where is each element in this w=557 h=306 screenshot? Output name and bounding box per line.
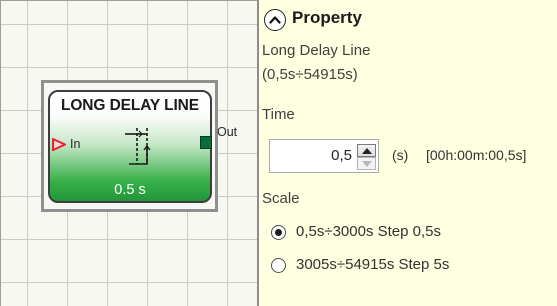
time-value[interactable]: 0,5 xyxy=(331,140,352,172)
triangle-down-icon xyxy=(362,161,372,167)
radio-selected-dot xyxy=(275,229,282,236)
scale-option-label: 0,5s÷3000s Step 0,5s xyxy=(296,223,441,240)
triangle-up-icon xyxy=(362,148,372,154)
block-delay-value: 0.5 s xyxy=(114,182,146,198)
radio-button[interactable] xyxy=(271,225,286,240)
block-title: LONG DELAY LINE xyxy=(60,97,200,114)
panel-title: Property xyxy=(292,8,362,27)
input-pin-label: In xyxy=(70,137,81,151)
collapse-property-button[interactable] xyxy=(264,9,286,31)
time-unit: (s) xyxy=(392,147,409,163)
block-description: Long Delay Line xyxy=(262,42,371,59)
chevron-up-icon xyxy=(269,16,281,24)
time-formatted: [00h:00m:00,5s] xyxy=(426,147,527,163)
block-range: (0,5s÷54915s) xyxy=(262,66,358,83)
output-pin-label: Out xyxy=(217,125,238,139)
scale-option-label: 3005s÷54915s Step 5s xyxy=(296,256,450,273)
scale-label: Scale xyxy=(262,190,300,207)
input-pin-icon[interactable] xyxy=(52,138,66,151)
time-label: Time xyxy=(262,106,295,123)
decrement-button[interactable] xyxy=(357,157,376,170)
delay-timing-icon xyxy=(125,128,151,165)
property-panel: Property Long Delay Line (0,5s÷54915s) T… xyxy=(257,0,557,306)
schematic-canvas[interactable]: LONG DELAY LINE 0.5 s In Out xyxy=(0,0,257,306)
output-pin[interactable] xyxy=(200,136,212,149)
increment-button[interactable] xyxy=(357,144,376,157)
radio-button[interactable] xyxy=(271,258,286,273)
time-stepper[interactable]: 0,5 xyxy=(269,139,379,173)
